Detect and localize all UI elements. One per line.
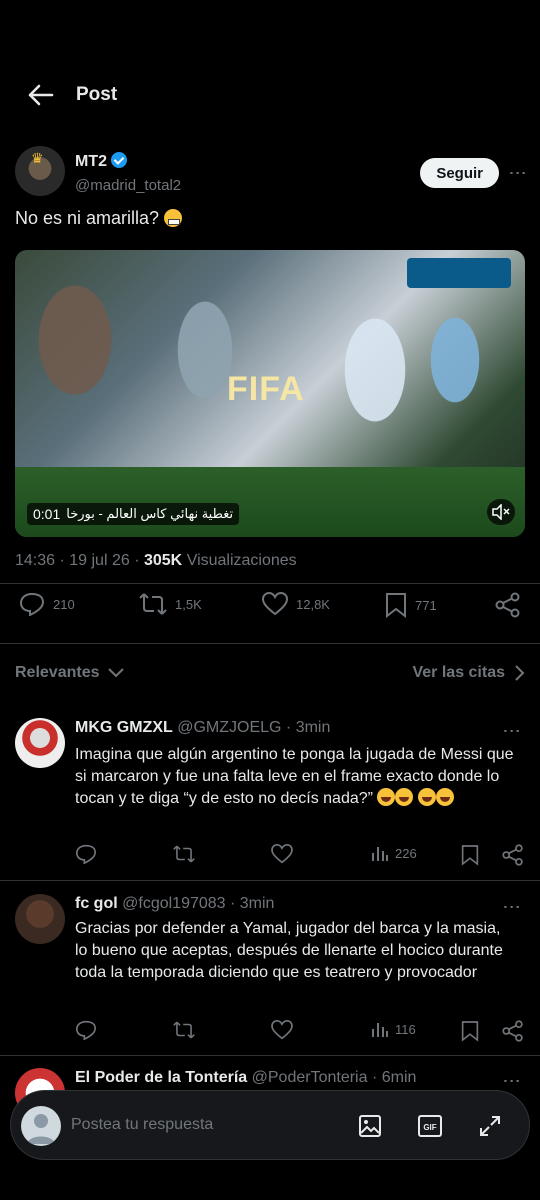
reply-actions: 116 [75,1020,525,1044]
video-overlay-text: FIFA [227,370,305,408]
repost-button[interactable]: 1,5K [139,592,202,616]
reply-composer[interactable]: Postea tu respuesta GIF [10,1090,530,1160]
view-quotes-link[interactable]: Ver las citas [412,664,525,682]
author-name[interactable]: MT2 [75,153,107,170]
post-meta: 14:36 · 19 jul 26 · 305K Visualizaciones [15,552,297,570]
more-options-icon[interactable]: ⋮ [508,164,528,182]
top-bar: Post [0,60,540,130]
reply-like-icon[interactable] [271,1020,293,1040]
views-chart-icon [372,1023,388,1037]
reply-repost-icon[interactable] [173,844,195,864]
reply-text: Gracias por defender a Yamal, jugador de… [75,920,503,981]
reply-views-button[interactable]: 116 [371,1020,416,1038]
laughing-emoji-icon [395,788,414,806]
user-avatar[interactable] [21,1106,61,1146]
reply-avatar[interactable] [15,894,65,944]
gif-label: GIF [423,1123,436,1132]
reply-header: MKG GMZXL @GMZJOELG · 3min [75,719,330,737]
reply-views: 226 [395,845,417,861]
video-caption: تغطية نهائي كاس العالم - بورخا [66,506,234,521]
reply-item[interactable]: MKG GMZXL @GMZJOELG · 3min ⋮ Imagina que… [15,718,525,868]
divider [0,880,540,881]
bookmark-button[interactable]: 771 [385,592,437,618]
like-count: 12,8K [296,596,330,612]
reply-meta: @PoderTonteria · 6min [251,1069,417,1086]
share-icon [495,592,520,618]
follow-button[interactable]: Seguir [420,158,499,188]
views-label: Visualizaciones [186,552,297,569]
heart-icon [262,592,288,616]
post-text: No es ni amarilla? [15,208,183,229]
laughing-emoji-icon [435,788,454,806]
video-time-badge: 0:01 تغطية نهائي كاس العالم - بورخا [27,503,240,525]
reply-icon [19,592,45,616]
reply-views: 116 [395,1021,416,1037]
author-avatar[interactable]: ♛ [15,146,65,196]
views-count: 305K [143,552,183,569]
chevron-down-icon [107,668,124,678]
divider [0,583,540,584]
post-author: ♛ MT2 @madrid_total2 Seguir ⋮ [15,146,528,202]
video-player[interactable]: FIFA 0:01 تغطية نهائي كاس العالم - بورخا [15,250,525,537]
laughing-emoji-icon [377,788,396,806]
bookmark-icon [386,593,406,618]
like-button[interactable]: 12,8K [262,592,330,616]
reply-text: Imagina que algún argentino te ponga la … [75,744,515,810]
divider [0,1055,540,1056]
reply-repost-icon[interactable] [173,1020,195,1040]
author-handle[interactable]: @madrid_total2 [75,177,181,194]
repost-icon [139,593,167,615]
reply-author-name[interactable]: fc gol [75,895,118,912]
view-quotes-label: Ver las citas [412,664,505,681]
reply-share-icon[interactable] [502,844,524,866]
divider [0,643,540,644]
chevron-right-icon [515,665,525,681]
reply-item[interactable]: fc gol @fcgol197083 · 3min ⋮ Gracias por… [15,894,525,1044]
bookmark-count: 771 [415,597,437,613]
post-actions: 210 1,5K 12,8K 771 [15,592,525,628]
laughing-emoji-icon [417,788,436,806]
back-arrow-icon[interactable] [26,80,56,110]
crown-icon: ♛ [31,150,44,166]
mute-icon[interactable] [487,499,515,525]
reply-avatar[interactable] [15,718,65,768]
reply-views-button[interactable]: 226 [371,844,417,862]
sort-dropdown[interactable]: Relevantes [15,664,124,682]
verified-badge-icon [111,152,127,168]
views-chart-icon [372,847,388,861]
gif-icon[interactable]: GIF [417,1113,443,1139]
reply-button[interactable]: 210 [19,592,75,616]
repost-count: 1,5K [175,596,202,612]
video-pitch [15,467,525,537]
share-button[interactable] [495,592,521,618]
image-icon[interactable] [357,1113,383,1139]
post-timestamp: 14:36 · 19 jul 26 · [15,552,140,569]
reply-meta: @fcgol197083 · 3min [122,895,275,912]
page-title: Post [76,84,118,105]
video-time: 0:01 [33,506,61,522]
more-options-icon[interactable]: ⋮ [502,722,522,740]
reply-reply-icon[interactable] [75,1020,97,1040]
reply-count: 210 [53,596,75,612]
more-options-icon[interactable]: ⋮ [502,1072,522,1090]
author-name-row[interactable]: MT2 [75,152,127,171]
reply-bookmark-icon[interactable] [461,844,479,866]
reply-bookmark-icon[interactable] [461,1020,479,1042]
reply-author-name[interactable]: El Poder de la Tontería [75,1069,247,1086]
sort-label: Relevantes [15,664,100,681]
reply-reply-icon[interactable] [75,844,97,864]
channel-logo [407,258,511,288]
reply-like-icon[interactable] [271,844,293,864]
reply-actions: 226 [75,844,525,868]
grimacing-emoji-icon [164,209,183,227]
more-options-icon[interactable]: ⋮ [502,898,522,916]
reply-header: El Poder de la Tontería @PoderTonteria ·… [75,1069,416,1087]
reply-meta: @GMZJOELG · 3min [177,719,331,736]
post-text-content: No es ni amarilla? [15,208,160,228]
reply-input[interactable]: Postea tu respuesta [71,1116,213,1134]
expand-icon[interactable] [477,1113,503,1139]
reply-author-name[interactable]: MKG GMZXL [75,719,173,736]
reply-share-icon[interactable] [502,1020,524,1042]
reply-header: fc gol @fcgol197083 · 3min [75,895,274,913]
